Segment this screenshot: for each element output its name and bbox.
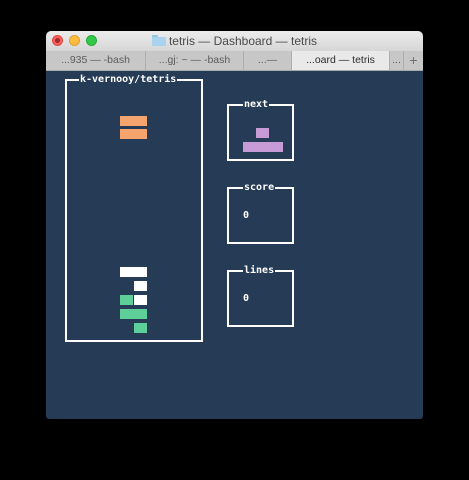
next-piece-block <box>256 128 269 138</box>
next-piece-panel: next <box>227 98 294 161</box>
score-panel: score 0 <box>227 181 294 244</box>
score-label: score <box>243 181 276 194</box>
stack-block <box>134 323 147 333</box>
score-value: 0 <box>243 210 250 221</box>
folder-icon <box>151 35 166 46</box>
stack-block <box>120 267 147 277</box>
stack-block <box>120 295 133 305</box>
tab-overflow-button[interactable]: ... <box>390 51 404 70</box>
new-tab-button[interactable]: + <box>404 51 423 70</box>
board-title: k-vernooy/tetris <box>79 73 178 86</box>
stack-block <box>134 281 147 291</box>
terminal-content: k-vernooy/tetris next score 0 lines 0 <box>46 71 423 419</box>
next-label: next <box>243 98 270 111</box>
falling-piece-block <box>120 129 147 139</box>
tab-3[interactable]: ...— <box>244 51 292 70</box>
lines-panel: lines 0 <box>227 264 294 327</box>
terminal-window: tetris — Dashboard — tetris ...935 — -ba… <box>46 31 423 419</box>
tab-bash-1[interactable]: ...935 — -bash <box>46 51 146 70</box>
game-board: k-vernooy/tetris <box>65 73 203 342</box>
title-bar[interactable]: tetris — Dashboard — tetris <box>46 31 423 52</box>
window-title-area: tetris — Dashboard — tetris <box>46 31 423 51</box>
stack-block <box>120 309 147 319</box>
falling-piece-block <box>120 116 147 126</box>
stack-block <box>134 295 147 305</box>
lines-value: 0 <box>243 293 250 304</box>
next-piece-block <box>243 142 283 152</box>
tab-bar: ...935 — -bash ...gj: ~ — -bash ...— ...… <box>46 51 423 71</box>
tab-bash-2[interactable]: ...gj: ~ — -bash <box>146 51 244 70</box>
tab-tetris-dashboard[interactable]: ...oard — tetris <box>292 51 390 70</box>
window-title: tetris — Dashboard — tetris <box>168 34 318 48</box>
lines-label: lines <box>243 264 276 277</box>
